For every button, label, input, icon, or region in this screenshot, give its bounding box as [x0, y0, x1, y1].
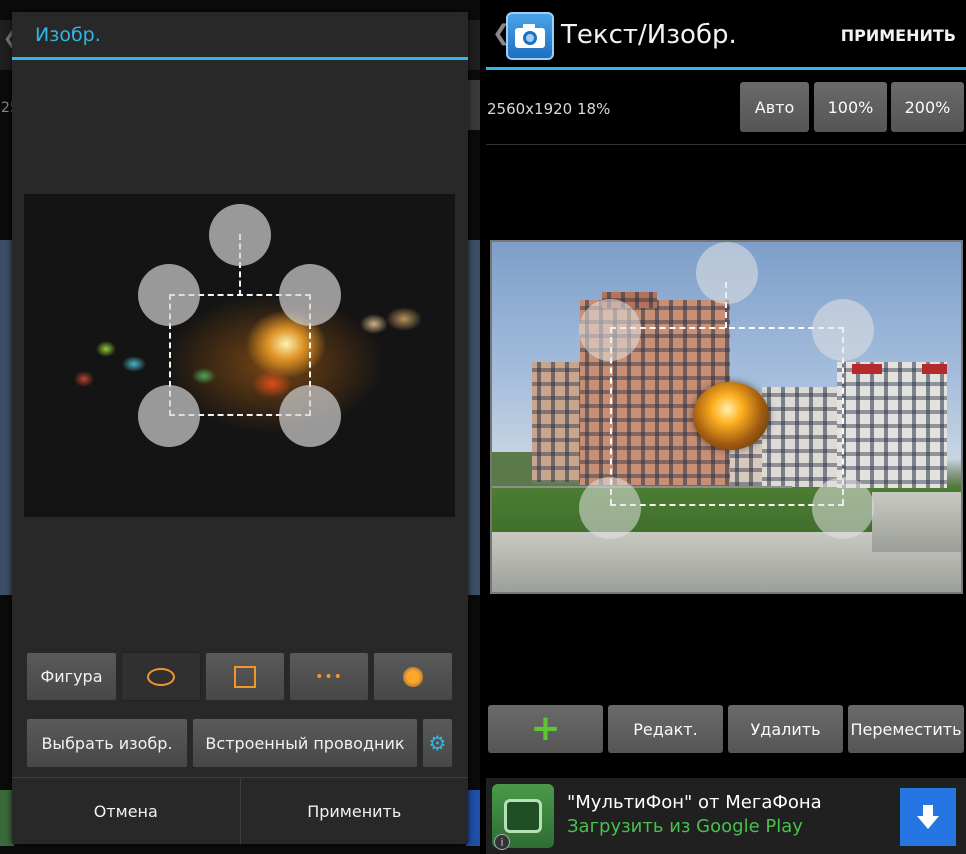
ad-title: "МультиФон" от МегаФона	[567, 792, 822, 813]
blur-shape-icon	[403, 666, 423, 687]
download-arrow-icon	[917, 805, 939, 829]
app-title: Текст/Изобр.	[561, 20, 737, 50]
selection-frame-top	[610, 327, 844, 329]
building	[762, 387, 842, 487]
apply-action-button[interactable]: ПРИМЕНИТЬ	[841, 26, 956, 45]
settings-button[interactable]: ⚙	[422, 718, 453, 768]
ad-subtitle: Загрузить из Google Play	[567, 816, 803, 837]
dialog-header: Изобр.	[12, 12, 468, 60]
ellipse-shape-icon	[147, 667, 175, 686]
dots-shape-icon: •••	[315, 668, 343, 685]
gear-icon: ⚙	[428, 731, 447, 755]
edited-photo[interactable]	[490, 240, 963, 594]
building	[837, 362, 947, 492]
phone-icon	[504, 799, 542, 833]
building-roof-red	[922, 364, 947, 374]
shape-blur-button[interactable]	[373, 652, 453, 701]
image-preview[interactable]	[24, 194, 455, 517]
dialog-title: Изобр.	[35, 23, 101, 46]
overlay-image[interactable]	[693, 382, 769, 450]
trees	[492, 452, 532, 488]
rectangle-shape-icon	[234, 665, 256, 688]
shape-rectangle-button[interactable]	[205, 652, 285, 701]
top-right-handle[interactable]	[812, 299, 874, 361]
delete-button[interactable]: Удалить	[728, 705, 843, 753]
info-bar: 2560x1920 18% Авто 100% 200%	[486, 73, 966, 145]
camera-glyph	[515, 24, 545, 48]
shape-dots-button[interactable]: •••	[289, 652, 369, 701]
rotate-handle[interactable]	[209, 204, 271, 266]
building	[532, 362, 587, 482]
info-icon[interactable]: i	[494, 834, 510, 850]
top-left-handle[interactable]	[138, 264, 200, 326]
shape-label-button[interactable]: Фигура	[26, 652, 117, 701]
plaza-right	[872, 492, 961, 552]
left-screen: ❮ 25 Изобр. Фигура ••• Выбрать изобр. Вс…	[0, 0, 480, 854]
top-right-handle[interactable]	[279, 264, 341, 326]
selection-frame-bottom	[610, 504, 844, 506]
cancel-button[interactable]: Отмена	[12, 778, 240, 844]
zoom-auto-button[interactable]: Авто	[740, 82, 809, 132]
image-dialog: Изобр. Фигура ••• Выбрать изобр. Встроен…	[12, 12, 468, 844]
file-browser-button[interactable]: Встроенный проводник	[192, 718, 418, 768]
zoom-200-button[interactable]: 200%	[891, 82, 964, 132]
action-bar: ❮ Текст/Изобр. ПРИМЕНИТЬ	[486, 0, 966, 70]
plus-icon: +	[530, 708, 561, 749]
bottom-right-handle[interactable]	[812, 477, 874, 539]
building-roof-red	[852, 364, 882, 374]
choose-image-button[interactable]: Выбрать изобр.	[26, 718, 188, 768]
bottom-right-handle[interactable]	[279, 385, 341, 447]
zoom-100-button[interactable]: 100%	[814, 82, 887, 132]
background-ad-button-edge	[466, 790, 480, 846]
apply-button[interactable]: Применить	[239, 778, 469, 844]
shape-ellipse-button[interactable]	[121, 652, 201, 701]
bottom-left-handle[interactable]	[579, 477, 641, 539]
bottom-left-handle[interactable]	[138, 385, 200, 447]
top-left-handle[interactable]	[579, 299, 641, 361]
ad-banner[interactable]: i "МультиФон" от МегаФона Загрузить из G…	[486, 778, 966, 854]
edit-button[interactable]: Редакт.	[608, 705, 723, 753]
add-button[interactable]: +	[488, 705, 603, 753]
background-photo-edge-right	[466, 240, 480, 595]
move-button[interactable]: Переместить	[848, 705, 964, 753]
dialog-footer: Отмена Применить	[12, 777, 468, 844]
ad-download-button[interactable]	[900, 788, 956, 846]
camera-icon[interactable]	[506, 12, 554, 60]
right-screen: ❮ Текст/Изобр. ПРИМЕНИТЬ 2560x1920 18% А…	[486, 0, 966, 854]
rotate-handle[interactable]	[696, 242, 758, 304]
resolution-readout: 2560x1920 18%	[487, 100, 611, 118]
